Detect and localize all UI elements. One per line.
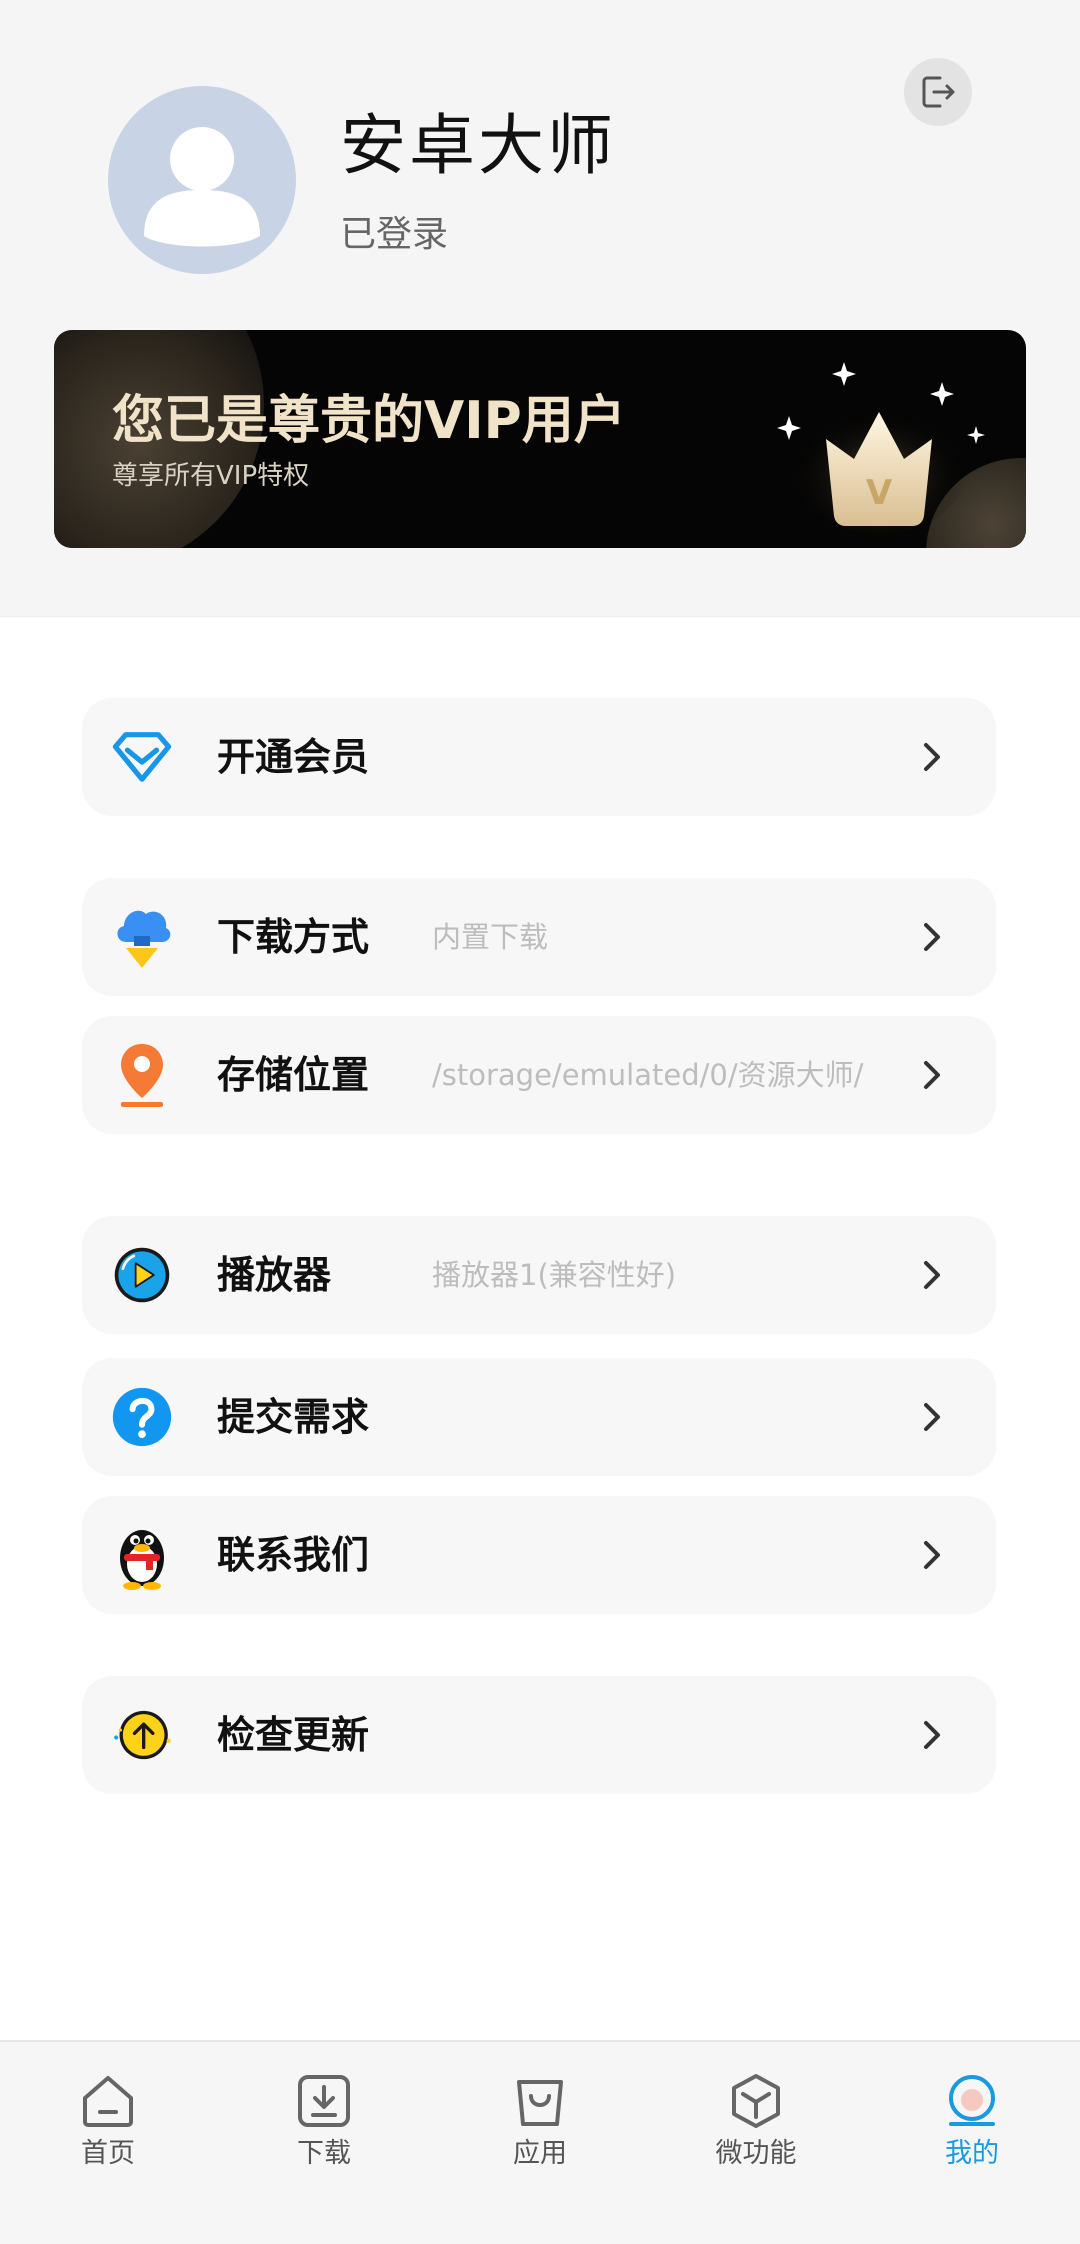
menu-label: 播放器 xyxy=(217,1253,332,1297)
tab-label: 下载 xyxy=(297,2138,351,2169)
tab-home[interactable]: 首页 xyxy=(28,2072,188,2182)
chevron-right-icon xyxy=(924,1721,940,1749)
tab-label: 微功能 xyxy=(715,2138,797,2169)
diamond-icon xyxy=(112,727,172,787)
vip-banner[interactable]: 您已是尊贵的VIP用户 尊享所有VIP特权 V xyxy=(54,330,1026,548)
menu-label: 开通会员 xyxy=(217,735,370,779)
menu-item-download-method[interactable]: 下载方式 内置下载 xyxy=(82,878,996,996)
vip-subtitle: 尊享所有VIP特权 xyxy=(112,461,310,491)
tab-download[interactable]: 下载 xyxy=(244,2072,404,2182)
menu-item-contact-us[interactable]: 联系我们 xyxy=(82,1496,996,1614)
location-pin-icon xyxy=(112,1044,172,1107)
menu-label: 联系我们 xyxy=(217,1533,370,1577)
profile-header: 安卓大师 已登录 您已是尊贵的VIP用户 尊享所有VIP特权 V xyxy=(0,0,1080,617)
home-icon xyxy=(83,2076,133,2127)
menu-label: 检查更新 xyxy=(217,1713,370,1757)
vip-crown-icon: V xyxy=(777,362,985,534)
avatar[interactable] xyxy=(108,86,296,274)
menu-label: 提交需求 xyxy=(217,1395,370,1439)
menu-item-submit-request[interactable]: 提交需求 xyxy=(82,1358,996,1476)
cloud-download-icon xyxy=(112,907,172,968)
tab-label: 应用 xyxy=(513,2138,567,2169)
profile-icon xyxy=(949,2075,995,2126)
login-status: 已登录 xyxy=(340,214,449,255)
chevron-right-icon xyxy=(924,923,940,951)
tab-label: 我的 xyxy=(945,2138,999,2169)
chevron-right-icon xyxy=(924,1261,940,1289)
cube-icon xyxy=(732,2074,780,2128)
qq-penguin-icon xyxy=(112,1525,172,1590)
logout-button[interactable] xyxy=(904,58,972,126)
menu-value: 播放器1(兼容性好) xyxy=(432,1258,677,1292)
menu-label: 存储位置 xyxy=(217,1053,370,1097)
menu-label: 下载方式 xyxy=(217,915,370,959)
menu-item-player[interactable]: 播放器 播放器1(兼容性好) xyxy=(82,1216,996,1334)
vip-title: 您已是尊贵的VIP用户 xyxy=(112,391,626,451)
tab-micro-functions[interactable]: 微功能 xyxy=(676,2072,836,2182)
username: 安卓大师 xyxy=(340,107,616,184)
crown-letter: V xyxy=(866,473,893,513)
question-icon xyxy=(112,1387,172,1447)
menu-item-vip[interactable]: 开通会员 xyxy=(82,698,996,816)
upgrade-arrow-icon xyxy=(112,1705,172,1765)
chevron-right-icon xyxy=(924,743,940,771)
menu-item-check-update[interactable]: 检查更新 xyxy=(82,1676,996,1794)
play-icon xyxy=(112,1245,172,1305)
shopping-bag-icon xyxy=(517,2080,563,2126)
chevron-right-icon xyxy=(924,1061,940,1089)
chevron-right-icon xyxy=(924,1403,940,1431)
tab-apps[interactable]: 应用 xyxy=(460,2072,620,2182)
menu-item-storage-location[interactable]: 存储位置 /storage/emulated/0/资源大师/ xyxy=(82,1016,996,1134)
menu-value: /storage/emulated/0/资源大师/ xyxy=(432,1058,864,1092)
chevron-right-icon xyxy=(924,1541,940,1569)
tab-mine[interactable]: 我的 xyxy=(892,2072,1052,2182)
menu-value: 内置下载 xyxy=(432,920,549,954)
tab-label: 首页 xyxy=(81,2138,135,2169)
bottom-tab-bar: 首页 下载 应用 微功能 我的 xyxy=(0,2040,1080,2244)
default-user-icon xyxy=(144,127,260,247)
download-icon xyxy=(298,2075,350,2127)
logout-icon xyxy=(922,76,955,108)
